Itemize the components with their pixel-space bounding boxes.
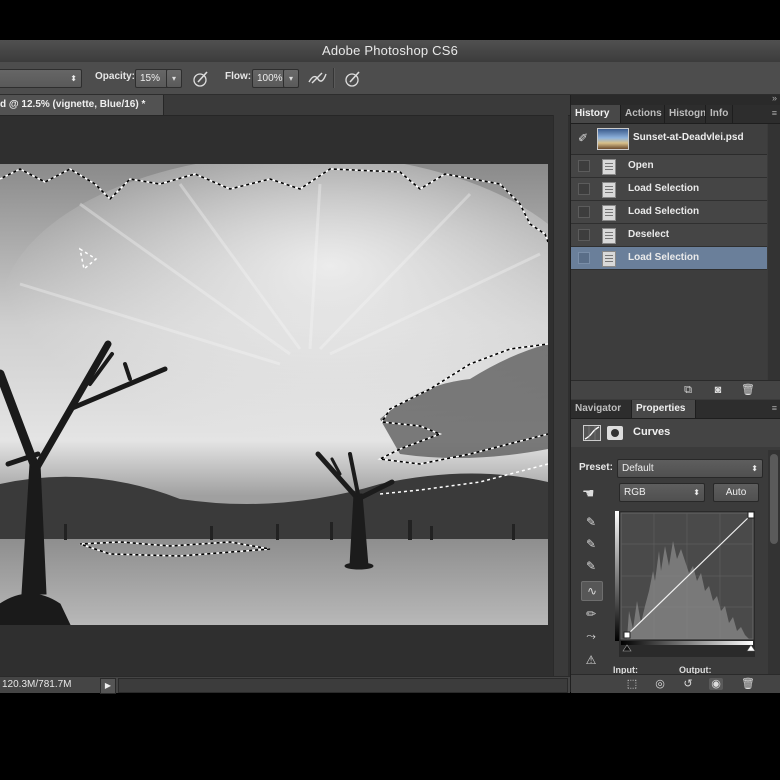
clip-to-layer-icon[interactable]: ⬚: [625, 678, 639, 690]
preset-value: Default: [622, 463, 654, 474]
snapshot-thumbnail: [597, 128, 629, 150]
history-source-checkbox[interactable]: [578, 252, 590, 264]
draw-pencil-icon[interactable]: ✏: [581, 605, 601, 623]
history-source-checkbox[interactable]: [578, 206, 590, 218]
tab-history[interactable]: History: [571, 105, 621, 123]
history-state-icon: [602, 182, 616, 198]
auto-button[interactable]: Auto: [713, 483, 759, 502]
canvas-image[interactable]: [0, 164, 548, 625]
history-brush-source-icon[interactable]: ✐: [578, 131, 588, 145]
history-list-empty-area: [571, 270, 767, 380]
visibility-eye-icon[interactable]: ◉: [709, 678, 723, 690]
history-state-icon: [602, 251, 616, 267]
flow-input[interactable]: 100%: [252, 69, 286, 88]
dropdown-arrows-icon: ⬍: [751, 464, 758, 473]
history-item[interactable]: Load Selection: [571, 178, 767, 201]
document-tab-title: d @ 12.5% (vignette, Blue/16) *: [0, 99, 146, 110]
tab-histogram[interactable]: Histogn: [665, 105, 706, 123]
canvas-vertical-scrollbar[interactable]: [553, 115, 568, 676]
history-source-checkbox[interactable]: [578, 229, 590, 241]
tab-actions[interactable]: Actions: [621, 105, 665, 123]
sample-white-point-eyedropper-icon[interactable]: ✎: [581, 557, 601, 575]
history-state-icon: [602, 228, 616, 244]
status-bar: 120.3M/781.7M ▶: [0, 676, 570, 694]
properties-panel-tabs: Navigator Properties ≡: [571, 400, 780, 419]
history-item-label: Deselect: [628, 229, 670, 240]
history-source-checkbox[interactable]: [578, 183, 590, 195]
snapshot-name: Sunset-at-Deadvlei.psd: [633, 132, 744, 143]
airbrush-icon[interactable]: [306, 67, 328, 89]
document-size-readout: 120.3M/781.7M: [2, 679, 72, 690]
dropdown-arrows-icon: ⬍: [70, 74, 77, 83]
dropdown-arrows-icon: ⬍: [693, 488, 700, 497]
options-bar: ⬍ Opacity: 15% ▾ Flow: 100% ▾: [0, 62, 780, 95]
new-document-from-state-icon[interactable]: ⧉: [681, 384, 695, 396]
channel-dropdown[interactable]: RGB ⬍: [619, 483, 705, 502]
history-source-checkbox[interactable]: [578, 160, 590, 172]
panel-menu-icon[interactable]: ≡: [772, 108, 777, 118]
history-snapshot-row[interactable]: ✐ Sunset-at-Deadvlei.psd: [571, 124, 767, 155]
history-scrollbar[interactable]: [768, 124, 780, 380]
history-state-icon: [602, 205, 616, 221]
smooth-curve-icon[interactable]: ⤳: [581, 627, 601, 645]
history-item[interactable]: Load Selection: [571, 201, 767, 224]
trash-icon[interactable]: 🗑: [741, 678, 755, 690]
properties-footer: ⬚ ◎ ↺ ◉ 🗑: [571, 674, 780, 693]
history-item-label: Load Selection: [628, 252, 700, 263]
curves-graph[interactable]: [619, 511, 755, 657]
panel-menu-icon[interactable]: ≡: [772, 403, 777, 413]
options-separator: [333, 68, 335, 88]
history-item[interactable]: Open: [571, 155, 767, 178]
history-footer: ⧉ ◙ 🗑: [571, 380, 780, 399]
view-previous-state-icon[interactable]: ◎: [653, 678, 667, 690]
curves-adjustment-icon: [583, 425, 601, 441]
opacity-input[interactable]: 15%: [135, 69, 169, 88]
app-title: Adobe Photoshop CS6: [321, 43, 459, 58]
properties-scrollbar[interactable]: [768, 450, 780, 675]
mode-dropdown[interactable]: ⬍: [0, 69, 82, 88]
window-title-bar: Adobe Photoshop CS6: [0, 40, 780, 63]
canvas-horizontal-scrollbar[interactable]: [118, 678, 568, 693]
tab-navigator[interactable]: Navigator: [571, 400, 632, 418]
history-item[interactable]: Deselect: [571, 224, 767, 247]
status-menu-arrow-icon[interactable]: ▶: [100, 678, 116, 694]
tab-info[interactable]: Info: [706, 105, 733, 123]
output-gradient-bar: [615, 511, 619, 641]
tab-properties[interactable]: Properties: [632, 400, 696, 418]
properties-scroll-thumb[interactable]: [770, 454, 778, 544]
trash-icon[interactable]: 🗑: [741, 384, 755, 396]
opacity-label: Opacity:: [95, 71, 136, 82]
history-item-label: Open: [628, 160, 654, 171]
reset-adjustment-icon[interactable]: ↺: [681, 678, 695, 690]
properties-title: Curves: [633, 426, 671, 438]
camera-snapshot-icon[interactable]: ◙: [711, 384, 725, 396]
history-state-icon: [602, 159, 616, 175]
sample-black-point-eyedropper-icon[interactable]: ✎: [581, 513, 601, 531]
opacity-dropdown-button[interactable]: ▾: [166, 69, 182, 88]
channel-value: RGB: [624, 487, 646, 498]
history-item-label: Load Selection: [628, 206, 700, 217]
flow-label: Flow:: [225, 71, 252, 82]
sample-gray-point-eyedropper-icon[interactable]: ✎: [581, 535, 601, 553]
preset-dropdown[interactable]: Default ⬍: [617, 459, 763, 478]
layer-mask-icon[interactable]: [607, 426, 623, 440]
properties-header: Curves: [571, 419, 780, 447]
clipping-warning-icon[interactable]: ⚠: [581, 651, 601, 669]
history-panel-tabs: History Actions Histogn Info ≡: [571, 105, 780, 124]
targeted-adjustment-hand-icon[interactable]: ☚: [582, 485, 595, 502]
edit-points-curve-icon[interactable]: ∿: [581, 581, 603, 601]
panel-dock: » History Actions Histogn Info ≡ ✐ Sunse…: [570, 93, 780, 693]
collapse-arrows-icon[interactable]: »: [772, 93, 777, 103]
pressure-opacity-icon[interactable]: [190, 67, 212, 89]
history-item-selected[interactable]: Load Selection: [571, 247, 767, 270]
history-item-label: Load Selection: [628, 183, 700, 194]
preset-label: Preset:: [579, 462, 613, 473]
dock-collapse-strip[interactable]: »: [571, 93, 780, 105]
pressure-size-icon[interactable]: [342, 67, 364, 89]
flow-dropdown-button[interactable]: ▾: [283, 69, 299, 88]
document-tab[interactable]: d @ 12.5% (vignette, Blue/16) *: [0, 95, 164, 115]
